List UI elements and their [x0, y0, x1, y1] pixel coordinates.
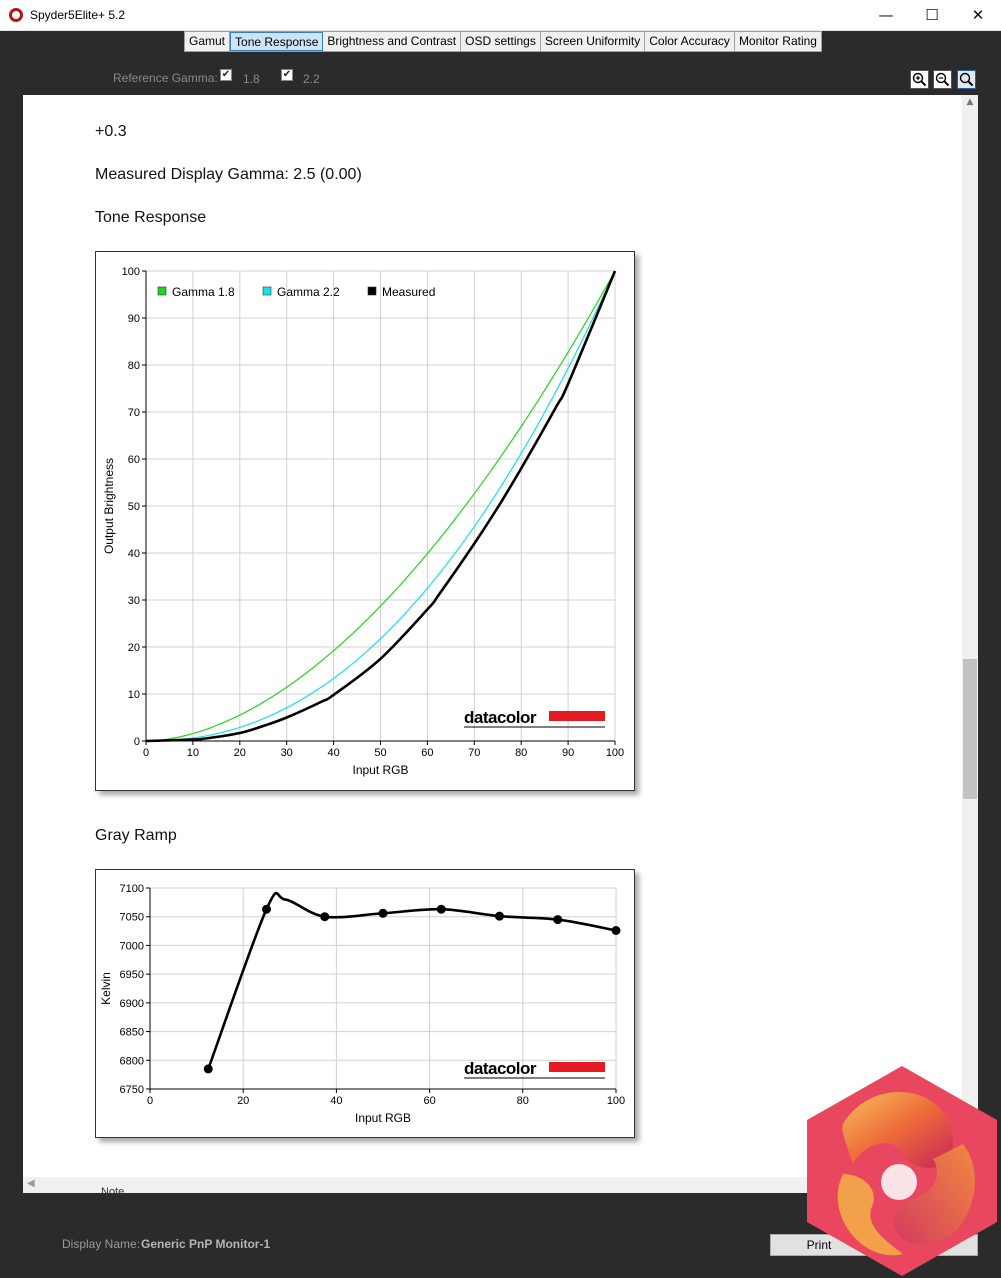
y-tick-label: 100	[122, 266, 140, 278]
tab-brightness-contrast[interactable]: Brightness and Contrast	[323, 32, 462, 51]
legend-swatch	[157, 286, 167, 296]
tab-osd-settings[interactable]: OSD settings	[461, 32, 541, 51]
legend-swatch	[262, 286, 272, 296]
datacolor-logo-text: datacolor	[464, 1059, 537, 1078]
scroll-up-icon[interactable]: ▲	[962, 97, 978, 107]
y-tick-label: 80	[128, 360, 140, 372]
datacolor-logo-bar	[549, 711, 605, 721]
x-tick-label: 90	[562, 747, 574, 759]
x-axis-label: Input RGB	[355, 1111, 411, 1125]
data-point	[553, 915, 563, 925]
legend-label: Measured	[382, 285, 435, 299]
gamma-2-2-label: 2.2	[303, 72, 320, 86]
tab-screen-uniformity[interactable]: Screen Uniformity	[541, 32, 646, 51]
window-title: Spyder5Elite+ 5.2	[30, 8, 126, 22]
data-point	[611, 925, 621, 935]
tone-response-svg: 0 10 20 30 40 50 60 70 80 90 100 0 10 20 30 40 50 60 70 80 9…	[102, 266, 624, 777]
data-point	[378, 908, 388, 918]
y-tick-label: 60	[128, 454, 140, 466]
y-tick-label: 7050	[120, 912, 144, 924]
x-tick-label: 60	[421, 747, 433, 759]
legend-label: Gamma 1.8	[172, 285, 235, 299]
gamma-1-8-label: 1.8	[243, 72, 260, 86]
datacolor-logo-text: datacolor	[464, 708, 537, 727]
gamma-offset-text: +0.3	[95, 123, 127, 140]
y-tick-label: 0	[134, 736, 140, 748]
legend-swatch	[367, 286, 377, 296]
x-tick-label: 20	[234, 747, 246, 759]
title-bar: Spyder5Elite+ 5.2 — ☐ ✕	[0, 0, 1001, 31]
legend-label: Gamma 2.2	[277, 285, 340, 299]
x-tick-label: 100	[606, 747, 624, 759]
measured-gamma-text: Measured Display Gamma: 2.5 (0.00)	[95, 166, 362, 183]
app-icon	[9, 8, 23, 22]
data-point	[203, 1064, 213, 1074]
zoom-in-icon[interactable]	[910, 70, 929, 89]
x-tick-label: 100	[607, 1095, 625, 1107]
x-tick-label: 80	[517, 1095, 529, 1107]
maximize-button[interactable]: ☐	[909, 0, 955, 31]
data-point	[495, 911, 504, 921]
y-tick-label: 6950	[120, 969, 144, 981]
y-tick-label: 7100	[120, 883, 144, 895]
gamma-1-8-checkbox[interactable]: ✔	[220, 69, 232, 81]
y-tick-label: 90	[128, 313, 140, 325]
tab-strip: Gamut Tone Response Brightness and Contr…	[184, 31, 822, 52]
gray-ramp-heading: Gray Ramp	[95, 827, 177, 844]
zoom-out-icon[interactable]	[933, 70, 952, 89]
minimize-button[interactable]: —	[863, 0, 909, 31]
x-tick-label: 40	[330, 1095, 342, 1107]
x-tick-label: 40	[327, 747, 339, 759]
gamma-2-2-checkbox[interactable]: ✔	[281, 69, 293, 81]
scroll-left-icon[interactable]: ◀	[27, 1178, 35, 1189]
tab-monitor-rating[interactable]: Monitor Rating	[735, 32, 821, 51]
x-tick-label: 80	[515, 747, 527, 759]
tab-tone-response[interactable]: Tone Response	[230, 32, 324, 51]
reference-gamma-label: Reference Gamma:	[113, 71, 218, 85]
y-tick-label: 6750	[120, 1084, 144, 1096]
x-tick-label: 10	[187, 747, 199, 759]
y-tick-label: 40	[128, 548, 140, 560]
x-tick-label: 50	[374, 747, 386, 759]
scrollbar-thumb[interactable]	[963, 659, 977, 799]
tone-response-chart: 0 10 20 30 40 50 60 70 80 90 100 0 10 20 30 40 50 60 70 80 9…	[95, 251, 635, 791]
y-tick-label: 70	[128, 407, 140, 419]
corner-logo-icon	[807, 1066, 997, 1276]
gray-ramp-svg: 0 20 40 60 80 100 6750 6800 6850 6900 6950 7000 7050…	[99, 883, 625, 1125]
data-point	[262, 904, 271, 914]
y-axis-label: Output Brightness	[102, 458, 116, 554]
toolbar: Reference Gamma: ✔ 1.8 ✔ 2.2	[0, 58, 1001, 94]
data-point	[436, 904, 446, 914]
data-point	[320, 912, 330, 922]
tab-color-accuracy[interactable]: Color Accuracy	[645, 32, 735, 51]
y-tick-label: 50	[128, 501, 140, 513]
y-tick-label: 6900	[120, 998, 144, 1010]
x-axis-label: Input RGB	[352, 763, 408, 777]
y-tick-label: 30	[128, 595, 140, 607]
x-tick-label: 0	[143, 747, 149, 759]
y-tick-label: 7000	[120, 940, 144, 952]
y-tick-label: 10	[128, 689, 140, 701]
vertical-scrollbar[interactable]: ▲ ▼	[962, 95, 978, 1177]
y-tick-label: 6850	[120, 1027, 144, 1039]
close-window-button[interactable]: ✕	[955, 0, 1001, 31]
y-tick-label: 6800	[120, 1055, 144, 1067]
y-tick-label: 20	[128, 642, 140, 654]
x-tick-label: 0	[147, 1095, 153, 1107]
report-content: +0.3 Measured Display Gamma: 2.5 (0.00) …	[23, 95, 962, 1177]
x-tick-label: 20	[237, 1095, 249, 1107]
truncated-text: Note	[101, 1186, 125, 1198]
tone-response-heading: Tone Response	[95, 209, 207, 226]
display-name-label: Display Name:	[62, 1237, 141, 1251]
y-axis-label: Kelvin	[99, 972, 113, 1005]
x-tick-label: 70	[468, 747, 480, 759]
x-tick-label: 60	[423, 1095, 435, 1107]
gray-ramp-chart: 0 20 40 60 80 100 6750 6800 6850 6900 6950 7000 7050…	[95, 869, 635, 1138]
zoom-fit-icon[interactable]	[957, 70, 976, 89]
display-name-value: Generic PnP Monitor-1	[141, 1237, 271, 1251]
x-tick-label: 30	[281, 747, 293, 759]
datacolor-logo-bar	[549, 1062, 605, 1072]
tab-gamut[interactable]: Gamut	[185, 32, 231, 51]
